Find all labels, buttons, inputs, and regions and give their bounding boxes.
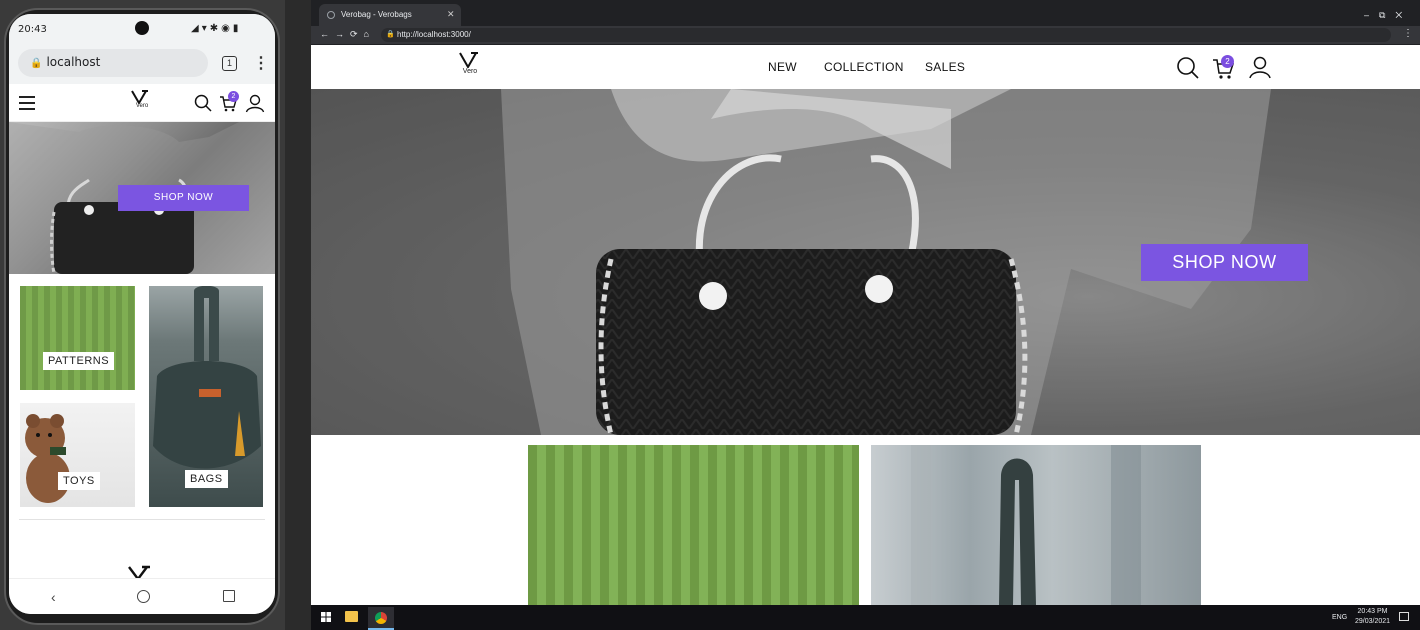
hero-banner: SHOP NOW bbox=[311, 89, 1420, 435]
shop-now-button[interactable]: SHOP NOW bbox=[1141, 244, 1308, 281]
language-indicator[interactable]: ENG bbox=[1332, 614, 1347, 621]
tab-favicon-icon bbox=[327, 11, 335, 19]
phone-status-bar: 20:43 ◢▾✱◉▮ bbox=[9, 14, 275, 44]
category-image-bags[interactable] bbox=[871, 445, 1201, 605]
vero-logo-icon bbox=[459, 52, 478, 68]
mobile-url-text: localhost bbox=[46, 55, 101, 69]
more-menu-icon[interactable]: ⋮ bbox=[253, 53, 269, 73]
section-divider bbox=[19, 519, 265, 520]
back-icon[interactable]: ‹ bbox=[51, 589, 56, 605]
website-viewport: Vero NEW COLLECTION SALES 2 SHOP NOW bbox=[311, 45, 1420, 605]
cart-count-badge: 2 bbox=[1221, 55, 1234, 68]
camera-cutout bbox=[135, 21, 149, 35]
category-tile-patterns[interactable]: PATTERNS bbox=[20, 286, 135, 390]
notification-icon[interactable] bbox=[1399, 612, 1409, 621]
nav-link-collection[interactable]: COLLECTION bbox=[824, 60, 904, 74]
teddy-bear-photo bbox=[25, 414, 70, 503]
category-tile-toys[interactable]: TOYS bbox=[20, 403, 135, 507]
hamburger-menu-icon[interactable] bbox=[19, 96, 35, 110]
category-row bbox=[311, 445, 1420, 605]
category-image-patterns[interactable] bbox=[528, 445, 859, 605]
category-label: BAGS bbox=[185, 470, 228, 488]
phone-screen: 20:43 ◢▾✱◉▮ 🔒 localhost 1 ⋮ Vero 2 SHOP … bbox=[9, 14, 275, 614]
browser-toolbar: ←→⟳⌂ 🔒 http://localhost:3000/ ⋮ bbox=[311, 26, 1420, 44]
tab-switcher-button[interactable]: 1 bbox=[222, 56, 237, 71]
browser-tab[interactable]: Verobag - Verobags ✕ bbox=[319, 4, 461, 26]
chrome-icon bbox=[375, 612, 387, 624]
android-nav-bar: ‹ bbox=[9, 578, 275, 614]
nav-link-new[interactable]: NEW bbox=[768, 60, 797, 74]
mobile-url-bar[interactable]: 🔒 localhost bbox=[18, 49, 208, 77]
footer-logo-icon bbox=[127, 565, 151, 579]
home-icon[interactable] bbox=[137, 590, 150, 603]
lock-icon: 🔒 bbox=[386, 31, 395, 38]
mobile-browser-toolbar: 🔒 localhost 1 ⋮ bbox=[9, 44, 275, 84]
mobile-hero-banner: SHOP NOW bbox=[9, 122, 275, 274]
clock-time: 20:43 PM bbox=[1357, 608, 1388, 615]
vero-logo-icon bbox=[131, 90, 148, 104]
navigation-buttons[interactable]: ←→⟳⌂ bbox=[320, 29, 375, 40]
user-icon[interactable] bbox=[1248, 55, 1272, 79]
browser-tab-strip: Verobag - Verobags ✕ –⧉✕ bbox=[311, 4, 1420, 26]
bag-photo bbox=[911, 445, 1141, 605]
category-label: TOYS bbox=[58, 472, 100, 490]
windows-start-icon[interactable] bbox=[321, 612, 331, 622]
mobile-site-header: Vero 2 bbox=[9, 84, 275, 122]
os-taskbar: ENG 20:43 PM 29/03/2021 bbox=[311, 605, 1420, 630]
search-icon[interactable] bbox=[194, 94, 212, 112]
site-logo[interactable]: Vero bbox=[459, 52, 481, 75]
user-icon[interactable] bbox=[245, 93, 265, 113]
file-explorer-icon[interactable] bbox=[345, 611, 358, 622]
site-header: Vero NEW COLLECTION SALES 2 bbox=[311, 45, 1420, 89]
status-time: 20:43 bbox=[18, 24, 47, 35]
recent-apps-icon[interactable] bbox=[223, 590, 235, 602]
address-bar[interactable]: 🔒 http://localhost:3000/ bbox=[381, 28, 1391, 42]
search-icon[interactable] bbox=[1176, 56, 1200, 80]
category-tile-bags[interactable]: BAGS bbox=[149, 286, 263, 507]
desktop-window: Verobag - Verobags ✕ –⧉✕ ←→⟳⌂ 🔒 http://l… bbox=[311, 0, 1420, 630]
address-text: http://localhost:3000/ bbox=[397, 30, 471, 39]
lock-icon: 🔒 bbox=[30, 58, 43, 69]
category-label: PATTERNS bbox=[43, 352, 115, 370]
shop-now-button[interactable]: SHOP NOW bbox=[118, 185, 249, 211]
status-icons: ◢▾✱◉▮ bbox=[191, 23, 242, 34]
clock-date: 29/03/2021 bbox=[1355, 618, 1391, 625]
tab-title: Verobag - Verobags bbox=[341, 10, 412, 19]
phone-emulator: 20:43 ◢▾✱◉▮ 🔒 localhost 1 ⋮ Vero 2 SHOP … bbox=[0, 0, 285, 630]
logo-text: Vero bbox=[462, 68, 478, 75]
tab-close-icon[interactable]: ✕ bbox=[447, 9, 455, 20]
window-controls[interactable]: –⧉✕ bbox=[1364, 10, 1412, 21]
site-logo[interactable]: Vero bbox=[131, 90, 153, 109]
clock[interactable]: 20:43 PM 29/03/2021 bbox=[1355, 607, 1390, 627]
chrome-taskbar-button[interactable] bbox=[368, 607, 394, 630]
cart-count-badge: 2 bbox=[228, 91, 239, 102]
nav-link-sales[interactable]: SALES bbox=[925, 60, 965, 74]
browser-menu-icon[interactable]: ⋮ bbox=[1403, 28, 1413, 39]
logo-text: Vero bbox=[135, 103, 149, 109]
